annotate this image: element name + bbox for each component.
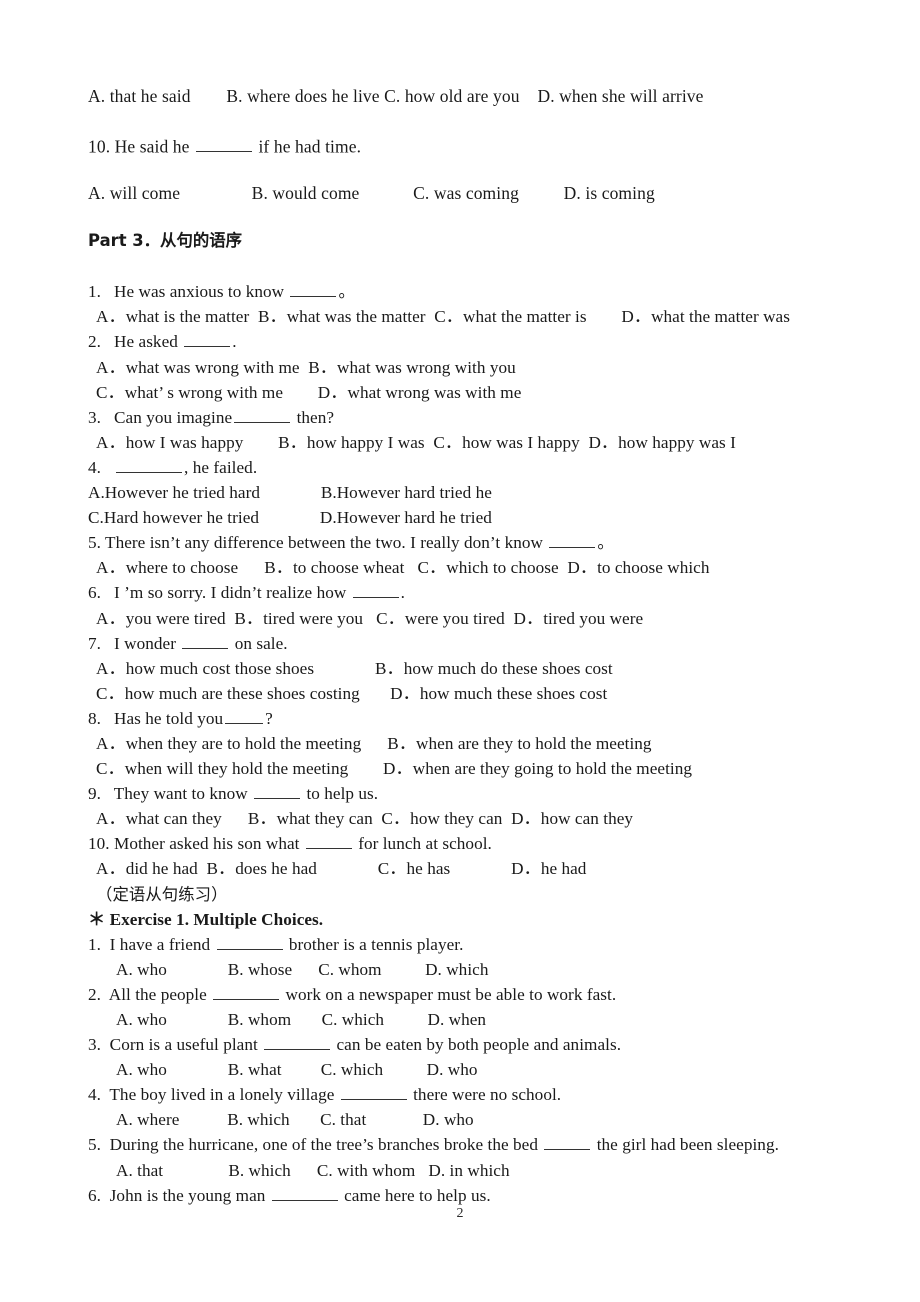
stem-end: on sale.	[230, 633, 288, 653]
fill-in-blank[interactable]	[305, 833, 352, 850]
p3-question-10-stem: 10. Mother asked his son what for lunch …	[88, 831, 848, 856]
p3-question-8-stem: 8. Has he told you?	[88, 706, 848, 731]
question-10-stem-before: 10. He said he	[88, 135, 194, 156]
p3-question-1-stem: 1. He was anxious to know 。	[88, 279, 848, 304]
question-10-options: A. will come B. would come C. was coming…	[88, 183, 655, 204]
stem-end: .	[400, 583, 406, 603]
stem-end: then?	[292, 407, 335, 427]
p3-question-6-stem: 6. I ’m so sorry. I didn’t realize how .	[88, 580, 848, 605]
stem-text: 4.	[88, 457, 115, 477]
ex1-question-2-options: A. who B. whom C. which D. when	[116, 1010, 487, 1030]
fill-in-blank[interactable]	[544, 1134, 591, 1151]
stem-text: 5. There isn’t any difference between th…	[88, 533, 548, 553]
stem-end: for lunch at school.	[353, 834, 492, 854]
ex1-question-4-stem: 4. The boy lived in a lonely village the…	[88, 1082, 848, 1107]
p3-question-6-options: A．you were tired B．tired were you C．were…	[96, 608, 644, 628]
fill-in-blank[interactable]	[290, 281, 337, 298]
fill-in-blank[interactable]	[225, 708, 264, 724]
stem-end: ?	[265, 708, 273, 728]
page-number: 2	[456, 1206, 464, 1221]
stem-text: 7. I wonder	[88, 633, 181, 653]
stem-text: 2. All the people	[88, 984, 212, 1004]
ex1-question-3-stem: 3. Corn is a useful plant can be eaten b…	[88, 1032, 848, 1057]
fill-in-blank[interactable]	[352, 582, 399, 599]
stem-end: .	[232, 332, 237, 352]
p3-question-9-options: A．what can they B．what they can C．how th…	[96, 809, 634, 829]
previous-question-options-line: A. that he said B. where does he live C.…	[88, 86, 704, 106]
attributive-section-chinese-heading: （定语从句练习）	[96, 884, 228, 904]
p3-question-4-stem: 4. , he failed.	[88, 455, 848, 480]
p3-question-8-options-line-2: C．when will they hold the meeting D．when…	[96, 759, 693, 779]
question-10-stem-after: if he had time.	[254, 135, 362, 156]
document-page: A. that he said B. where does he live C.…	[0, 0, 920, 1302]
p3-question-2-options-line-2: C．what’ s wrong with me D．what wrong was…	[96, 382, 522, 402]
stem-end: brother is a tennis player.	[284, 934, 464, 954]
fill-in-blank[interactable]	[340, 1084, 407, 1101]
stem-end: the girl had been sleeping.	[592, 1135, 779, 1155]
fill-in-blank[interactable]	[254, 783, 301, 800]
ex1-question-1-stem: 1. I have a friend brother is a tennis p…	[88, 932, 848, 957]
ex1-question-3-options: A. who B. what C. which D. who	[116, 1060, 478, 1080]
p3-question-7-options-line-2: C．how much are these shoes costing D．how…	[96, 683, 608, 703]
fill-in-blank[interactable]	[184, 331, 231, 348]
p3-question-4-options-line-1: A.However he tried hard B.However hard t…	[88, 483, 492, 503]
stem-text: 9. They want to know	[88, 784, 253, 804]
fill-in-blank[interactable]	[234, 407, 291, 423]
p3-question-10-options: A．did he had B．does he had C．he has D．he…	[96, 859, 587, 879]
fill-in-blank[interactable]	[271, 1185, 338, 1201]
stem-end: work on a newspaper must be able to work…	[281, 984, 617, 1004]
ex1-question-5-stem: 5. During the hurricane, one of the tree…	[88, 1132, 848, 1157]
stem-text: 10. Mother asked his son what	[88, 834, 304, 854]
stem-text: 4. The boy lived in a lonely village	[88, 1085, 339, 1105]
fill-in-blank[interactable]	[216, 934, 283, 950]
stem-end: can be eaten by both people and animals.	[332, 1035, 622, 1055]
fill-in-blank[interactable]	[213, 984, 280, 1000]
ex1-question-6-stem: 6. John is the young man came here to he…	[88, 1183, 848, 1208]
p3-question-7-stem: 7. I wonder on sale.	[88, 631, 848, 656]
p3-question-2-options-line-1: A．what was wrong with me B．what was wron…	[96, 357, 516, 377]
part-3-heading: Part 3．从句的语序	[88, 230, 243, 250]
ex1-question-1-options: A. who B. whose C. whom D. which	[116, 959, 489, 979]
stem-text: 3. Can you imagine	[88, 407, 233, 427]
p3-question-9-stem: 9. They want to know to help us.	[88, 781, 848, 806]
p3-question-5-options: A．where to choose B．to choose wheat C．wh…	[96, 558, 710, 578]
stem-text: 5. During the hurricane, one of the tree…	[88, 1135, 543, 1155]
p3-question-3-options: A．how I was happy B．how happy I was C．ho…	[96, 432, 736, 452]
stem-text: 3. Corn is a useful plant	[88, 1035, 263, 1055]
stem-end: , he failed.	[184, 457, 258, 477]
ex1-question-2-stem: 2. All the people work on a newspaper mu…	[88, 982, 848, 1007]
fill-in-blank[interactable]	[196, 136, 252, 152]
p3-question-4-options-line-2: C.Hard however he tried D.However hard h…	[88, 508, 492, 528]
p3-question-2-stem: 2. He asked .	[88, 329, 848, 354]
ex1-question-5-options: A. that B. which C. with whom D. in whic…	[116, 1160, 510, 1180]
stem-end: 。	[338, 282, 355, 302]
ex1-question-4-options: A. where B. which C. that D. who	[116, 1110, 474, 1130]
page-content: A. that he said B. where does he live C.…	[88, 86, 848, 1208]
exercise-1-heading: ＊ Exercise 1. Multiple Choices.	[88, 909, 324, 929]
p3-question-7-options-line-1: A．how much cost those shoes B．how much d…	[96, 658, 613, 678]
p3-question-5-stem: 5. There isn’t any difference between th…	[88, 530, 848, 555]
stem-text: 6. I ’m so sorry. I didn’t realize how	[88, 583, 351, 603]
stem-end: to help us.	[302, 784, 379, 804]
stem-text: 8. Has he told you	[88, 708, 224, 728]
p3-question-3-stem: 3. Can you imagine then?	[88, 405, 848, 430]
fill-in-blank[interactable]	[549, 532, 596, 549]
question-10-stem: 10. He said he if he had time.	[88, 136, 848, 156]
stem-end: came here to help us.	[339, 1185, 491, 1205]
stem-text: 1. He was anxious to know	[88, 282, 289, 302]
p3-question-1-options: A．what is the matter B．what was the matt…	[96, 307, 790, 327]
stem-end: 。	[597, 533, 614, 553]
stem-end: there were no school.	[408, 1085, 562, 1105]
fill-in-blank[interactable]	[182, 632, 229, 649]
fill-in-blank[interactable]	[264, 1034, 331, 1051]
fill-in-blank[interactable]	[116, 457, 183, 473]
stem-text: 2. He asked	[88, 332, 183, 352]
stem-text: 1. I have a friend	[88, 934, 215, 954]
p3-question-8-options-line-1: A．when they are to hold the meeting B．wh…	[96, 733, 652, 753]
stem-text: 6. John is the young man	[88, 1185, 270, 1205]
